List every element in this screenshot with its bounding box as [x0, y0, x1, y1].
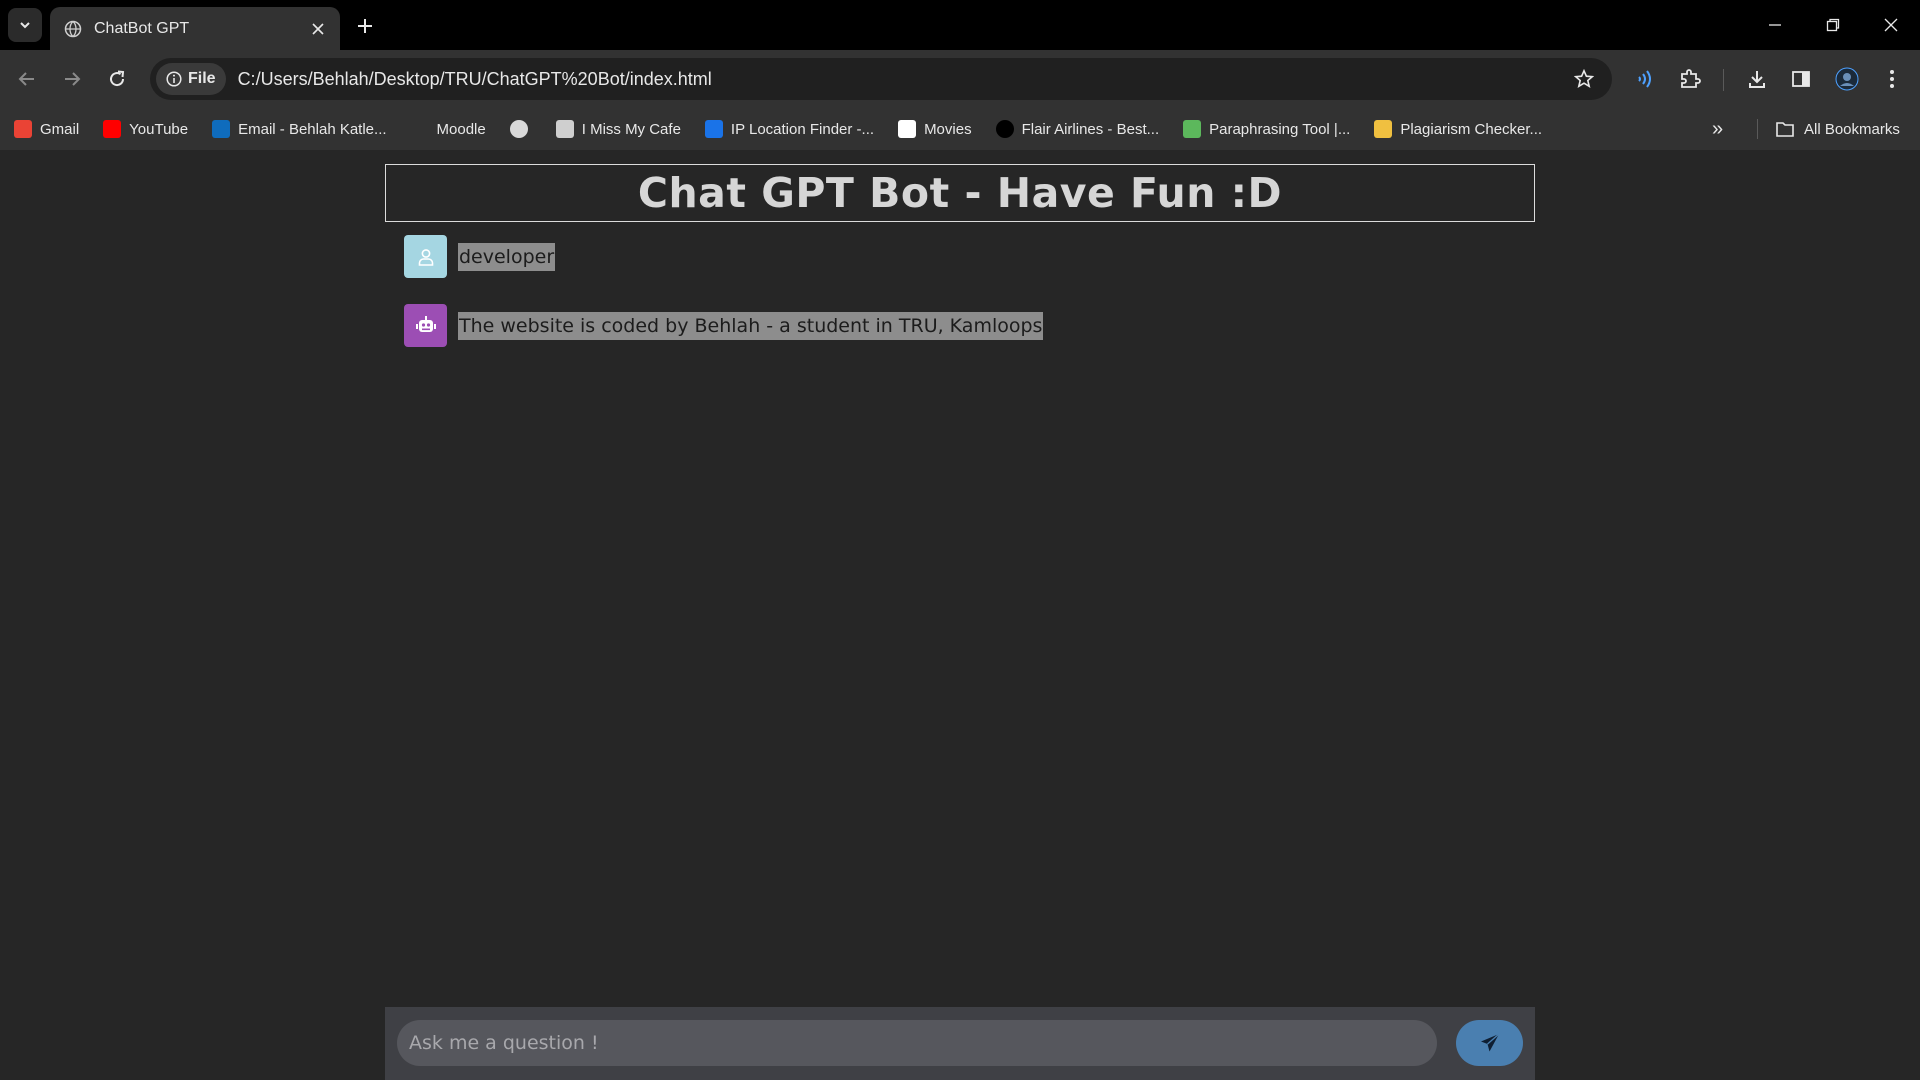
site-chip-label: File: [188, 70, 216, 87]
bookmark-star-button[interactable]: [1564, 59, 1604, 99]
bookmark-label: Paraphrasing Tool |...: [1209, 120, 1351, 138]
tab-search-button[interactable]: [8, 8, 42, 42]
close-window-button[interactable]: [1862, 0, 1920, 50]
back-button[interactable]: [10, 62, 44, 96]
downloads-button[interactable]: [1740, 62, 1774, 96]
plus-icon: [358, 19, 372, 33]
bookmark-label: YouTube: [129, 120, 189, 138]
reload-icon: [110, 70, 125, 87]
side-panel-button[interactable]: [1784, 62, 1818, 96]
restore-button[interactable]: [1804, 0, 1862, 50]
magnifier-icon: [1374, 120, 1393, 138]
bookmark-item[interactable]: Paraphrasing Tool |...: [1183, 120, 1350, 138]
bookmark-item[interactable]: Gmail: [14, 120, 79, 138]
bookmark-label: IP Location Finder -...: [730, 120, 875, 138]
message-text: The website is coded by Behlah - a stude…: [458, 311, 1044, 340]
arrow-left-icon: [18, 72, 34, 86]
movies-icon: [898, 120, 917, 138]
tab-active[interactable]: ChatBot GPT: [50, 7, 340, 50]
user-avatar: [404, 235, 447, 278]
moodle-icon: [411, 120, 429, 138]
toolbar-separator: [1723, 69, 1724, 91]
skull-icon: [509, 120, 528, 138]
send-button[interactable]: [1456, 1020, 1523, 1066]
read-aloud-button[interactable]: [1627, 62, 1661, 96]
bookmark-item[interactable]: Moodle: [411, 120, 486, 138]
flair-icon: [995, 120, 1014, 138]
menu-button[interactable]: [1875, 62, 1909, 96]
download-icon: [1749, 71, 1765, 88]
chat-app: Chat GPT Bot - Have Fun :D developer The…: [385, 150, 1535, 1080]
bookmark-item[interactable]: I Miss My Cafe: [555, 120, 681, 138]
bookmark-item[interactable]: IP Location Finder -...: [704, 120, 875, 138]
all-bookmarks-button[interactable]: All Bookmarks: [1776, 108, 1900, 150]
youtube-icon: [103, 120, 122, 138]
minimize-icon: [1769, 24, 1781, 26]
bookmark-item[interactable]: Flair Airlines - Best...: [995, 120, 1160, 138]
window-controls: [1746, 0, 1920, 50]
sound-waves-icon: [1638, 70, 1651, 88]
bookmark-label: Movies: [924, 120, 972, 138]
restore-icon: [1826, 18, 1840, 32]
user-icon: [418, 248, 433, 266]
profile-button[interactable]: [1830, 62, 1864, 96]
bookmark-label: Plagiarism Checker...: [1400, 120, 1543, 138]
bookmark-item[interactable]: Movies: [898, 120, 972, 138]
bookmarks-bar: Gmail YouTube Email - Behlah Katle... Moodl…: [0, 108, 1920, 150]
message-text: developer: [458, 242, 556, 271]
arrow-right-icon: [65, 72, 81, 86]
star-icon: [1574, 69, 1594, 88]
location-icon: [704, 120, 723, 138]
more-bookmarks-button[interactable]: »: [1712, 108, 1723, 150]
address-bar[interactable]: File C:/Users/Behlah/Desktop/TRU/ChatGPT…: [150, 58, 1612, 100]
robot-icon: [415, 315, 436, 332]
page-header: Chat GPT Bot - Have Fun :D: [385, 164, 1535, 222]
paper-plane-icon: [1480, 1033, 1499, 1052]
user-message: developer: [404, 235, 1514, 278]
reload-button[interactable]: [100, 62, 134, 96]
tab-title: ChatBot GPT: [94, 19, 190, 37]
chevron-down-icon: [20, 22, 30, 29]
folder-icon: [1776, 122, 1794, 137]
info-icon: [166, 71, 182, 87]
globe-icon: [64, 20, 82, 37]
bookmark-label: Email - Behlah Katle...: [238, 120, 387, 138]
close-icon: [1884, 18, 1898, 32]
browser-toolbar: File C:/Users/Behlah/Desktop/TRU/ChatGPT…: [0, 50, 1920, 108]
paraphrase-icon: [1183, 120, 1202, 138]
site-info-chip[interactable]: File: [156, 63, 226, 95]
bookmarks-separator: [1757, 119, 1758, 139]
chat-log: developer The website is coded by Behlah…: [404, 235, 1514, 373]
bookmark-item[interactable]: Email - Behlah Katle...: [212, 120, 387, 138]
gmail-icon: [14, 120, 32, 138]
bookmark-label: I Miss My Cafe: [581, 120, 681, 138]
bookmark-item[interactable]: Plagiarism Checker...: [1374, 120, 1542, 138]
new-tab-button[interactable]: [350, 11, 380, 41]
chat-input-bar: [385, 1007, 1535, 1080]
bookmark-label: Moodle: [436, 120, 486, 138]
page-viewport: Chat GPT Bot - Have Fun :D developer The…: [0, 150, 1920, 1080]
bot-message: The website is coded by Behlah - a stude…: [404, 304, 1514, 347]
extensions-button[interactable]: [1673, 62, 1707, 96]
bookmark-label: Flair Airlines - Best...: [1021, 120, 1160, 138]
minimize-button[interactable]: [1746, 0, 1804, 50]
bookmark-item[interactable]: [509, 120, 536, 138]
bookmark-item[interactable]: YouTube: [103, 120, 188, 138]
avatar-icon: [1835, 67, 1859, 91]
tab-strip: ChatBot GPT: [0, 0, 1920, 50]
bot-avatar: [404, 304, 447, 347]
outlook-icon: [212, 120, 231, 138]
bookmark-label: Gmail: [40, 120, 80, 138]
puzzle-icon: [1681, 69, 1701, 88]
side-panel-icon: [1792, 71, 1810, 87]
cafe-icon: [555, 120, 574, 138]
question-input[interactable]: [397, 1020, 1437, 1066]
all-bookmarks-label: All Bookmarks: [1804, 120, 1900, 138]
forward-button[interactable]: [55, 62, 89, 96]
close-tab-icon[interactable]: [308, 19, 328, 39]
url-text[interactable]: C:/Users/Behlah/Desktop/TRU/ChatGPT%20Bo…: [238, 69, 1564, 90]
kebab-menu-icon: [1890, 70, 1894, 88]
page-title: Chat GPT Bot - Have Fun :D: [637, 169, 1283, 217]
